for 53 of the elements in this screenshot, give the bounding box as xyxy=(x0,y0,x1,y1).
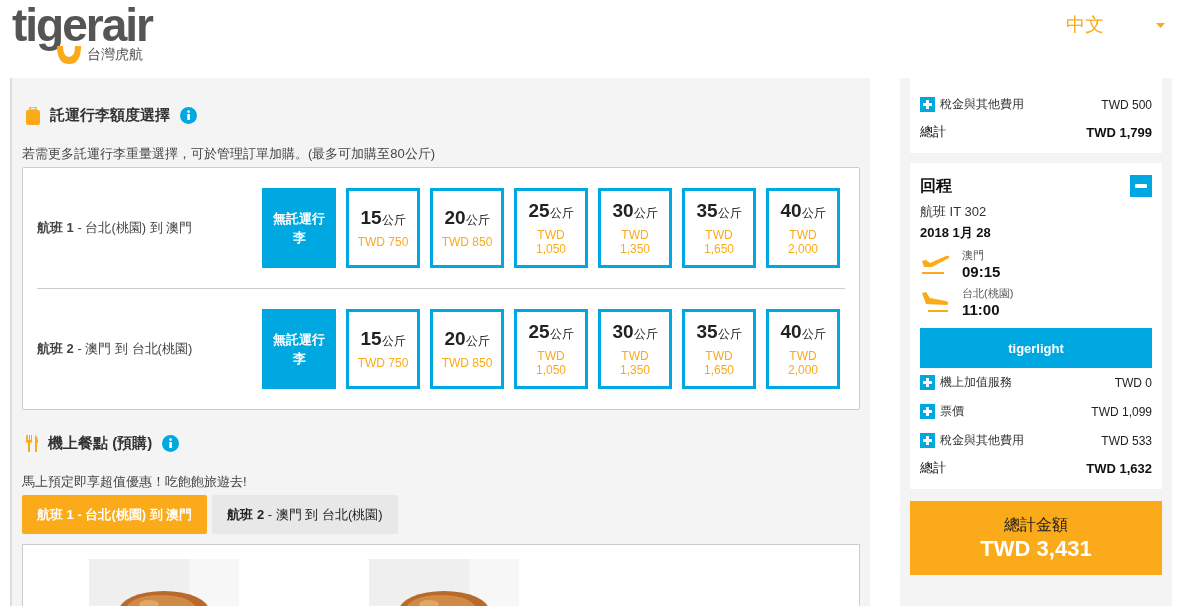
baggage-option[interactable]: 35公斤 TWD 1,650 xyxy=(682,309,756,389)
baggage-option[interactable]: 15公斤 TWD 750 xyxy=(346,309,420,389)
info-icon[interactable] xyxy=(162,435,180,452)
flight-tab[interactable]: 航班 2 - 澳門 到 台北(桃園) xyxy=(212,495,398,534)
baggage-option[interactable]: 15公斤 TWD 750 xyxy=(346,188,420,268)
fee-amount: TWD 533 xyxy=(1101,433,1152,448)
baggage-option[interactable]: 40公斤 TWD 2,000 xyxy=(766,188,840,268)
landing-icon xyxy=(920,291,950,313)
meal-note: 馬上預定即享超值優惠！吃飽飽旅遊去! xyxy=(22,473,248,491)
city-name: 台北(桃園) xyxy=(962,286,1014,301)
plus-icon[interactable] xyxy=(920,433,935,448)
fee-label: 稅金與其他費用 xyxy=(940,432,1025,449)
info-icon[interactable] xyxy=(180,107,197,124)
plus-icon[interactable] xyxy=(920,375,935,390)
flight-time: 11:00 xyxy=(962,301,1001,318)
fee-label: 機上加值服務 xyxy=(940,374,1013,391)
total-amount: TWD 1,799 xyxy=(1086,124,1152,140)
section-title: 託運行李額度選擇 xyxy=(50,106,170,125)
baggage-note: 若需更多託運行李重量選擇，可於管理訂單加購。(最多可加購至80公斤) xyxy=(22,145,437,163)
caret-icon xyxy=(1156,22,1165,28)
fee-amount: TWD 0 xyxy=(1114,375,1152,390)
fee-label: 稅金與其他費用 xyxy=(940,96,1025,113)
flight-date: 2018 1月 28 xyxy=(920,224,992,242)
baggage-option[interactable]: 25公斤 TWD 1,050 xyxy=(514,309,588,389)
plus-icon[interactable] xyxy=(920,97,935,112)
total-label: 總計 xyxy=(920,123,946,141)
suitcase-icon xyxy=(26,106,40,125)
flight-label: 航班 1 - 台北(桃園) 到 澳門 xyxy=(37,219,193,237)
baggage-option[interactable]: 25公斤 TWD 1,050 xyxy=(514,188,588,268)
baggage-option[interactable]: 20公斤 TWD 850 xyxy=(430,309,504,389)
flight-label: 航班 2 - 澳門 到 台北(桃園) xyxy=(37,340,193,358)
flight-time: 09:15 xyxy=(962,263,1001,280)
grand-total-label: 總計金額 xyxy=(1004,514,1068,535)
baggage-option[interactable]: 30公斤 TWD 1,350 xyxy=(598,309,672,389)
total-amount: TWD 1,632 xyxy=(1086,460,1152,476)
baggage-option[interactable]: 30公斤 TWD 1,350 xyxy=(598,188,672,268)
fee-amount: TWD 1,099 xyxy=(1091,404,1152,419)
card-title: 回程 xyxy=(920,175,952,196)
baggage-option[interactable]: 35公斤 TWD 1,650 xyxy=(682,188,756,268)
collapse-icon[interactable] xyxy=(1130,175,1152,197)
fare-type-bar: tigerlight xyxy=(920,328,1152,368)
baggage-option[interactable]: 20公斤 TWD 850 xyxy=(430,188,504,268)
baggage-option[interactable]: 40公斤 TWD 2,000 xyxy=(766,309,840,389)
city-name: 澳門 xyxy=(962,248,985,263)
fee-amount: TWD 500 xyxy=(1101,97,1152,112)
flight-number: 航班 IT 302 xyxy=(920,203,988,221)
section-title: 機上餐點 (預購) xyxy=(48,434,153,453)
plus-icon[interactable] xyxy=(920,404,935,419)
total-label: 總計 xyxy=(920,459,946,477)
fork-knife-icon xyxy=(26,435,38,452)
grand-total-amount: TWD 3,431 xyxy=(980,535,1092,562)
takeoff-icon xyxy=(920,253,950,275)
fee-label: 票價 xyxy=(940,403,965,420)
